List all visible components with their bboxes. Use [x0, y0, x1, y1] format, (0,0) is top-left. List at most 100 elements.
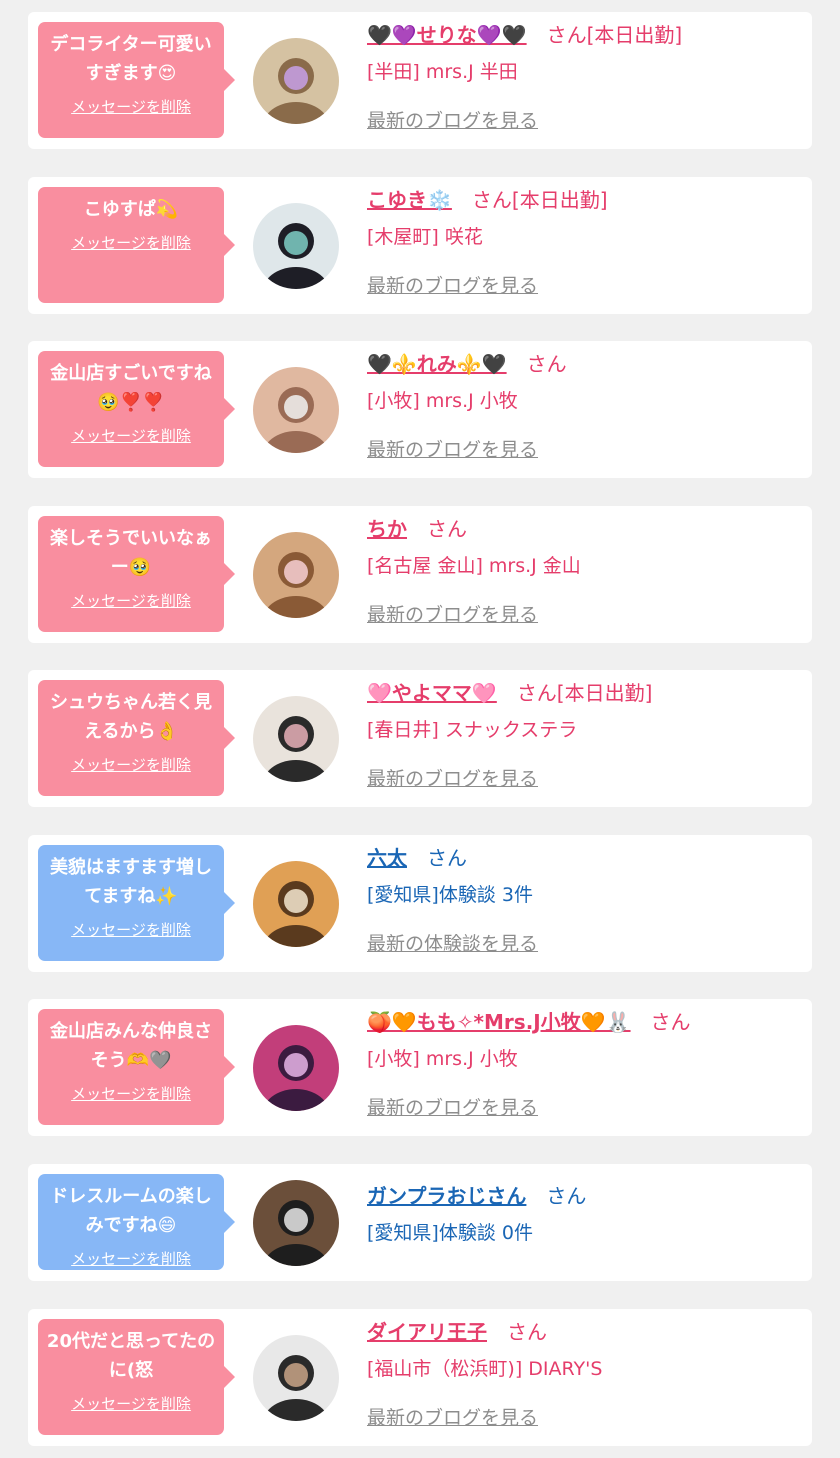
latest-blog-link[interactable]: 最新のブログを見る — [367, 1093, 538, 1120]
message-card: 20代だと思ってたのに(怒メッセージを削除 ダイアリ王子 さん [福山市（松浜町)] … — [28, 1309, 812, 1446]
poster-shop: [愛知県]体験談 3件 — [367, 884, 533, 906]
name-line: ガンプラおじさん さん — [367, 1183, 586, 1209]
poster-name-link[interactable]: ちか — [367, 517, 407, 541]
poster-info: ガンプラおじさん さん [愛知県]体験談 0件 — [367, 1183, 586, 1245]
message-text: デコライター可愛いすぎます😍 — [50, 34, 212, 84]
poster-name-link[interactable]: ガンプラおじさん — [367, 1184, 526, 1208]
message-card: デコライター可愛いすぎます😍 メッセージを削除 🖤💜せりな💜🖤 さん[本日出勤] [半田… — [28, 12, 812, 149]
message-bubble: デコライター可愛いすぎます😍 メッセージを削除 — [38, 22, 235, 138]
poster-info: こゆき❄️ さん[本日出勤] [木屋町] 咲花最新のブログを見る — [367, 187, 608, 298]
delete-message-link[interactable]: メッセージを削除 — [71, 1083, 191, 1104]
poster-shop: [名古屋 金山] mrs.J 金山 — [367, 555, 581, 577]
delete-message-link[interactable]: メッセージを削除 — [71, 1248, 191, 1269]
latest-blog-link[interactable]: 最新のブログを見る — [367, 271, 538, 298]
message-bubble: ドレスルームの楽しみですね😄 メッセージを削除 — [38, 1174, 235, 1270]
message-bubble: 美貌はますます増してますね✨ メッセージを削除 — [38, 845, 235, 961]
message-bubble: 金山店すごいですね🥹❣️❣️ メッセージを削除 — [38, 351, 235, 467]
delete-message-link[interactable]: メッセージを削除 — [71, 96, 191, 117]
name-line: こゆき❄️ さん[本日出勤] — [367, 187, 608, 213]
photo-avatar[interactable] — [253, 860, 339, 947]
photo-avatar[interactable] — [253, 1334, 339, 1421]
message-card: 楽しそうでいいなぁー🥹 メッセージを削除 ちか さん [名古屋 金山] mrs.J 金山… — [28, 506, 812, 643]
poster-suffix: さん — [427, 846, 467, 870]
poster-name-link[interactable]: こゆき❄️ — [367, 188, 452, 212]
avatar-image — [253, 366, 339, 453]
poster-suffix: さん — [546, 1184, 587, 1208]
avatar-image — [253, 1334, 339, 1421]
name-line: 🩷やよママ🩷 さん[本日出勤] — [367, 680, 652, 706]
blog-link-wrap: 最新のブログを見る — [367, 1071, 691, 1120]
message-bubble: こゆすぱ💫 メッセージを削除 — [38, 187, 235, 303]
blog-link-wrap: 最新のブログを見る — [367, 413, 567, 462]
photo-avatar[interactable] — [253, 1024, 339, 1111]
poster-suffix: さん — [650, 1010, 691, 1034]
photo-avatar[interactable] — [253, 1179, 339, 1266]
poster-shop: [春日井] スナックステラ — [367, 719, 578, 741]
latest-blog-link[interactable]: 最新のブログを見る — [367, 764, 538, 791]
poster-info: ちか さん [名古屋 金山] mrs.J 金山最新のブログを見る — [367, 516, 581, 627]
latest-blog-link[interactable]: 最新のブログを見る — [367, 1403, 538, 1430]
delete-message-link[interactable]: メッセージを削除 — [71, 232, 191, 253]
poster-shop: [福山市（松浜町)] DIARY'S — [367, 1358, 603, 1380]
avatar-image — [253, 202, 339, 289]
message-text: こゆすぱ💫 — [83, 199, 179, 220]
avatar-image — [253, 860, 339, 947]
poster-name-link[interactable]: 🍑🧡もも✧*Mrs.J小牧🧡🐰 — [367, 1010, 631, 1034]
avatar-image — [253, 695, 339, 782]
poster-suffix: さん — [526, 352, 567, 376]
message-bubble: 金山店みんな仲良さそう🫶🩶 メッセージを削除 — [38, 1009, 235, 1125]
poster-shop: [小牧] mrs.J 小牧 — [367, 1048, 518, 1070]
message-text: 金山店みんな仲良さそう🫶🩶 — [50, 1021, 212, 1071]
delete-message-link[interactable]: メッセージを削除 — [71, 590, 191, 611]
name-line: 🖤💜せりな💜🖤 さん[本日出勤] — [367, 22, 682, 48]
avatar-image — [253, 1179, 339, 1266]
poster-suffix: さん[本日出勤] — [516, 681, 653, 705]
message-card: 美貌はますます増してますね✨ メッセージを削除 六太 さん [愛知県]体験談 3件最新の… — [28, 835, 812, 972]
message-text: ドレスルームの楽しみですね😄 — [50, 1186, 212, 1236]
blog-link-wrap: 最新のブログを見る — [367, 742, 652, 791]
delete-message-link[interactable]: メッセージを削除 — [71, 754, 191, 775]
poster-name-link[interactable]: 🖤⚜️れみ⚜️🖤 — [367, 352, 507, 376]
poster-shop: [愛知県]体験談 0件 — [367, 1222, 533, 1244]
message-bubble: 楽しそうでいいなぁー🥹 メッセージを削除 — [38, 516, 235, 632]
delete-message-link[interactable]: メッセージを削除 — [71, 425, 191, 446]
poster-suffix: さん[本日出勤] — [471, 188, 608, 212]
photo-avatar[interactable] — [253, 366, 339, 453]
photo-avatar[interactable] — [253, 202, 339, 289]
name-line: ダイアリ王子 さん — [367, 1319, 602, 1345]
blog-link-wrap: 最新のブログを見る — [367, 578, 581, 627]
message-text: 金山店すごいですね🥹❣️❣️ — [50, 363, 212, 413]
message-card: 金山店みんな仲良さそう🫶🩶 メッセージを削除 🍑🧡もも✧*Mrs.J小牧🧡🐰 さん [小… — [28, 999, 812, 1136]
photo-avatar[interactable] — [253, 37, 339, 124]
avatar-image — [253, 37, 339, 124]
latest-blog-link[interactable]: 最新の体験談を見る — [367, 929, 538, 956]
photo-avatar[interactable] — [253, 695, 339, 782]
poster-name-link[interactable]: 🩷やよママ🩷 — [367, 681, 497, 705]
name-line: 🖤⚜️れみ⚜️🖤 さん — [367, 351, 567, 377]
message-bubble: シュウちゃん若く見えるから👌 メッセージを削除 — [38, 680, 235, 796]
poster-name-link[interactable]: ダイアリ王子 — [367, 1320, 487, 1344]
message-card: シュウちゃん若く見えるから👌 メッセージを削除 🩷やよママ🩷 さん[本日出勤] [春日井… — [28, 670, 812, 807]
latest-blog-link[interactable]: 最新のブログを見る — [367, 106, 538, 133]
poster-suffix: さん[本日出勤] — [546, 23, 683, 47]
poster-shop: [半田] mrs.J 半田 — [367, 61, 518, 83]
photo-avatar[interactable] — [253, 531, 339, 618]
poster-suffix: さん — [507, 1320, 547, 1344]
poster-name-link[interactable]: 六太 — [367, 846, 407, 870]
poster-info: 🍑🧡もも✧*Mrs.J小牧🧡🐰 さん [小牧] mrs.J 小牧最新のブログを見る — [367, 1009, 691, 1120]
poster-name-link[interactable]: 🖤💜せりな💜🖤 — [367, 23, 527, 47]
poster-shop: [木屋町] 咲花 — [367, 226, 483, 248]
delete-message-link[interactable]: メッセージを削除 — [71, 919, 191, 940]
poster-info: ダイアリ王子 さん [福山市（松浜町)] DIARY'S 最新のブログを見る — [367, 1319, 602, 1430]
avatar-image — [253, 531, 339, 618]
latest-blog-link[interactable]: 最新のブログを見る — [367, 600, 538, 627]
delete-message-link[interactable]: メッセージを削除 — [71, 1393, 191, 1414]
message-text: 美貌はますます増してますね✨ — [50, 857, 212, 907]
blog-link-wrap: 最新のブログを見る — [367, 1381, 602, 1430]
latest-blog-link[interactable]: 最新のブログを見る — [367, 435, 538, 462]
message-text: 20代だと思ってたのに(怒 — [46, 1331, 216, 1381]
blog-link-wrap: 最新のブログを見る — [367, 249, 608, 298]
name-line: ちか さん — [367, 516, 581, 542]
message-text: シュウちゃん若く見えるから👌 — [50, 692, 212, 742]
poster-info: 🖤💜せりな💜🖤 さん[本日出勤] [半田] mrs.J 半田最新のブログを見る — [367, 22, 682, 133]
